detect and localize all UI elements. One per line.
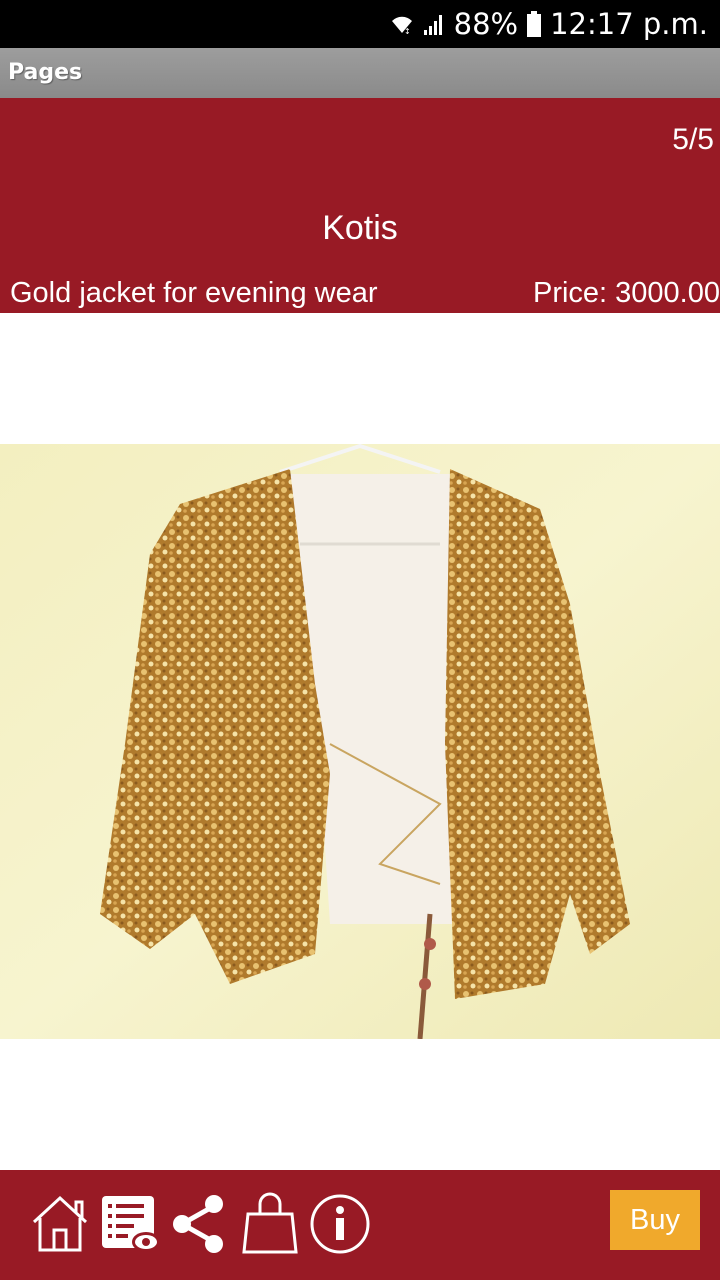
battery-percent: 88%: [453, 7, 519, 41]
home-icon[interactable]: [28, 1192, 92, 1256]
bottom-bar: Buy: [0, 1170, 720, 1280]
signal-icon: [422, 12, 446, 36]
buy-button[interactable]: Buy: [610, 1190, 700, 1250]
product-description: Gold jacket for evening wear: [10, 277, 378, 309]
info-icon[interactable]: [308, 1192, 372, 1256]
page-counter: 5/5: [672, 123, 714, 156]
status-bar: ↕ 88% 12:17 p.m.: [0, 0, 720, 48]
action-bar-title: Pages: [8, 60, 83, 85]
battery-icon: [526, 11, 542, 37]
product-price: Price: 3000.00: [532, 277, 720, 309]
catalog-view-icon[interactable]: [98, 1192, 162, 1256]
status-indicators: ↕ 88% 12:17 p.m.: [390, 0, 708, 48]
product-image[interactable]: [0, 444, 720, 1039]
wifi-icon: ↕: [390, 12, 414, 36]
svg-text:↕: ↕: [404, 27, 411, 36]
shopping-bag-icon[interactable]: [238, 1192, 302, 1256]
category-title: Kotis: [322, 209, 398, 247]
status-time: 12:17 p.m.: [550, 7, 708, 41]
product-header: 5/5 Kotis Gold jacket for evening wear P…: [0, 98, 720, 313]
action-bar: Pages: [0, 48, 720, 98]
share-icon[interactable]: [168, 1192, 232, 1256]
